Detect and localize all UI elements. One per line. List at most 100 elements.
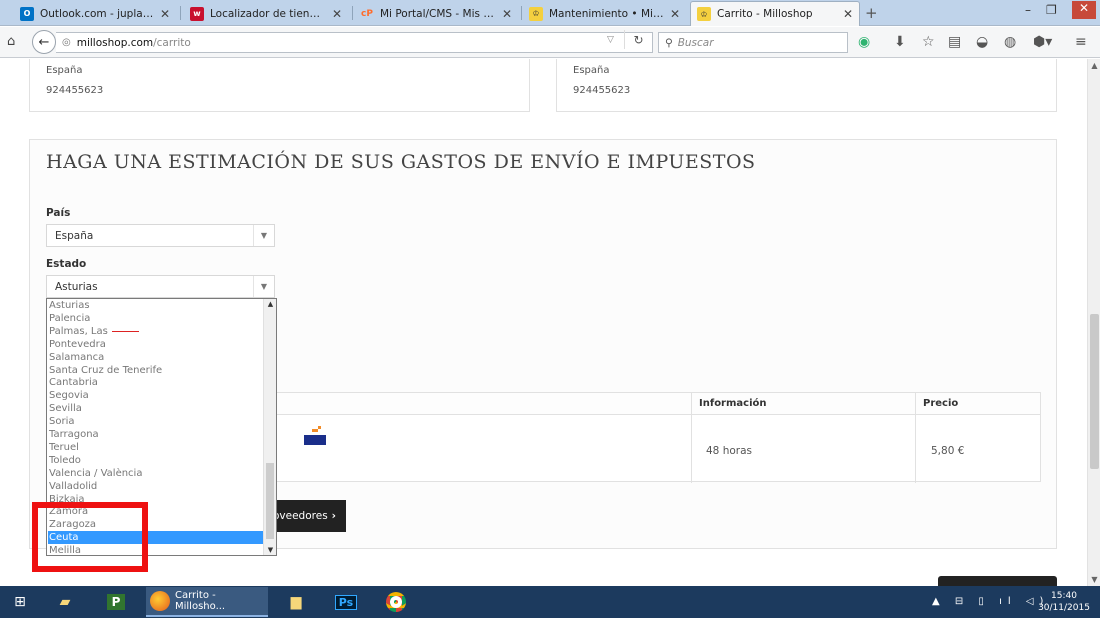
scrollbar-thumb[interactable]: [1090, 314, 1099, 469]
system-clock[interactable]: 15:40 30/11/2015: [1034, 590, 1094, 614]
checkout-button[interactable]: [938, 576, 1057, 586]
carrier-info: 48 horas: [706, 445, 752, 457]
column-header-info: Información: [699, 398, 767, 409]
column-header-price: Precio: [923, 398, 959, 409]
chevron-down-icon[interactable]: ▼: [264, 546, 277, 554]
address-country: España: [573, 65, 610, 76]
close-window-icon[interactable]: ✕: [1072, 1, 1096, 19]
url-path: /carrito: [153, 36, 191, 49]
home-icon[interactable]: ⌂: [7, 34, 15, 49]
page-scrollbar[interactable]: ▲ ▼: [1087, 59, 1100, 586]
close-icon[interactable]: ✕: [332, 7, 342, 21]
close-icon[interactable]: ✕: [502, 7, 512, 21]
dropdown-option[interactable]: Valladolid: [48, 480, 263, 493]
dropdown-scrollbar[interactable]: ▲ ▼: [263, 299, 276, 555]
chevron-down-icon: ▼: [253, 276, 274, 297]
windows-taskbar: ⊞ ▰ P Carrito - Millosho... ▆ Ps ▲ ⊟ ▯ ı…: [0, 586, 1100, 618]
file-explorer-icon[interactable]: ▰: [50, 590, 80, 614]
clock-date: 30/11/2015: [1038, 603, 1090, 613]
photoshop-icon[interactable]: Ps: [331, 590, 361, 614]
dropdown-option[interactable]: Tarragona: [48, 428, 263, 441]
dropdown-option[interactable]: Segovia: [48, 389, 263, 402]
bookmark-star-icon[interactable]: ☆: [922, 34, 935, 50]
dropdown-option[interactable]: Cantabria: [48, 376, 263, 389]
close-icon[interactable]: ✕: [160, 7, 170, 21]
restore-icon[interactable]: ❐: [1046, 3, 1057, 17]
tab-label: Outlook.com - juplaca77...: [40, 7, 154, 20]
tab-outlook[interactable]: O Outlook.com - juplaca77... ✕: [14, 1, 176, 26]
tab-label: Mantenimiento • Milloshop: [549, 7, 664, 20]
outlook-icon: O: [20, 6, 34, 21]
arrow-left-icon: ←: [38, 34, 50, 50]
country-select[interactable]: España ▼: [46, 224, 275, 247]
tab-label: Carrito - Milloshop: [717, 8, 813, 20]
state-value: Asturias: [55, 281, 98, 293]
chevron-down-icon[interactable]: ▼: [1088, 575, 1100, 584]
chevron-up-icon[interactable]: ▲: [1088, 61, 1100, 70]
tab-separator: [521, 6, 522, 20]
back-button[interactable]: ←: [32, 30, 56, 54]
tab-label: Localizador de tienda (1/1): [210, 7, 326, 20]
close-icon[interactable]: ✕: [670, 7, 680, 21]
reading-list-icon[interactable]: ▤: [948, 34, 961, 50]
tab-localizador[interactable]: w Localizador de tienda (1/1) ✕: [184, 1, 348, 26]
chevron-right-icon: ›: [331, 510, 336, 522]
carrier-logo: [304, 426, 326, 445]
providers-button-label: oveedores: [273, 510, 328, 522]
folder-icon[interactable]: ▆: [281, 590, 311, 614]
firefox-icon: [150, 591, 170, 611]
globe-icon: ◎: [62, 37, 71, 48]
country-value: España: [55, 230, 94, 242]
tab-cpanel[interactable]: cP Mi Portal/CMS - Mis Aplic... ✕: [354, 1, 518, 26]
pocket-icon[interactable]: ◒: [976, 34, 988, 50]
windows-start-icon[interactable]: ⊞: [5, 590, 35, 614]
carrier-price: 5,80 €: [931, 445, 965, 457]
system-tray[interactable]: ▲ ⊟ ▯ ıl ◁): [932, 596, 1049, 607]
dropdown-option[interactable]: Teruel: [48, 441, 263, 454]
navigation-bar: ⌂ ◎ milloshop.com/carrito ← ▽ ↻ ⚲ Buscar…: [0, 27, 1100, 58]
chat-icon[interactable]: ◍: [1004, 34, 1016, 50]
adblock-icon[interactable]: ⬢▾: [1033, 34, 1052, 50]
address-box-billing: España 924455623: [29, 59, 530, 112]
project-icon[interactable]: P: [101, 590, 131, 614]
tab-mantenimiento[interactable]: ♔ Mantenimiento • Milloshop ✕: [523, 1, 686, 26]
download-icon[interactable]: ⬇: [894, 34, 906, 50]
new-tab-icon[interactable]: +: [865, 4, 878, 22]
dropdown-option[interactable]: Soria: [48, 415, 263, 428]
taskbar-firefox[interactable]: Carrito - Millosho...: [146, 587, 268, 617]
close-icon[interactable]: ✕: [843, 7, 853, 21]
clock-time: 15:40: [1051, 591, 1077, 601]
chevron-up-icon[interactable]: ▲: [264, 300, 277, 308]
dropdown-option[interactable]: Palencia: [48, 312, 263, 325]
address-phone: 924455623: [573, 85, 631, 96]
dropdown-option[interactable]: Valencia / València: [48, 467, 263, 480]
minimize-icon[interactable]: –: [1025, 3, 1031, 17]
dropdown-option[interactable]: Sevilla: [48, 402, 263, 415]
search-placeholder: Buscar: [677, 36, 714, 49]
tab-bar: O Outlook.com - juplaca77... ✕ w Localiz…: [0, 0, 1100, 26]
annotation-highlight-box: [32, 502, 148, 572]
dropdown-option[interactable]: Toledo: [48, 454, 263, 467]
menu-icon[interactable]: ≡: [1075, 34, 1087, 50]
dropdown-option[interactable]: Asturias: [48, 299, 263, 312]
taskbar-firefox-label: Carrito - Millosho...: [175, 590, 226, 612]
address-country: España: [46, 65, 83, 76]
dropdown-option[interactable]: Palmas, Las: [48, 325, 263, 338]
grammarly-icon[interactable]: ◉: [858, 34, 870, 50]
reload-icon: ↻: [633, 32, 644, 47]
state-select[interactable]: Asturias ▼: [46, 275, 275, 298]
dropdown-option[interactable]: Pontevedra: [48, 338, 263, 351]
tab-separator: [352, 6, 353, 20]
dropdown-option[interactable]: Santa Cruz de Tenerife: [48, 364, 263, 377]
search-input[interactable]: ⚲ Buscar: [658, 32, 848, 53]
annotation-underline: [112, 331, 139, 332]
column-divider: [691, 393, 692, 483]
page-title: HAGA UNA ESTIMACIÓN DE SUS GASTOS DE ENV…: [46, 151, 756, 173]
chrome-icon[interactable]: [381, 590, 411, 614]
dropdown-option[interactable]: Salamanca: [48, 351, 263, 364]
url-bar[interactable]: ◎ milloshop.com/carrito: [56, 32, 653, 53]
scrollbar-thumb[interactable]: [266, 463, 274, 539]
chevron-down-icon[interactable]: ▽: [607, 35, 614, 45]
reload-button[interactable]: ↻: [624, 30, 652, 49]
tab-carrito[interactable]: ♔ Carrito - Milloshop ✕: [690, 1, 860, 26]
